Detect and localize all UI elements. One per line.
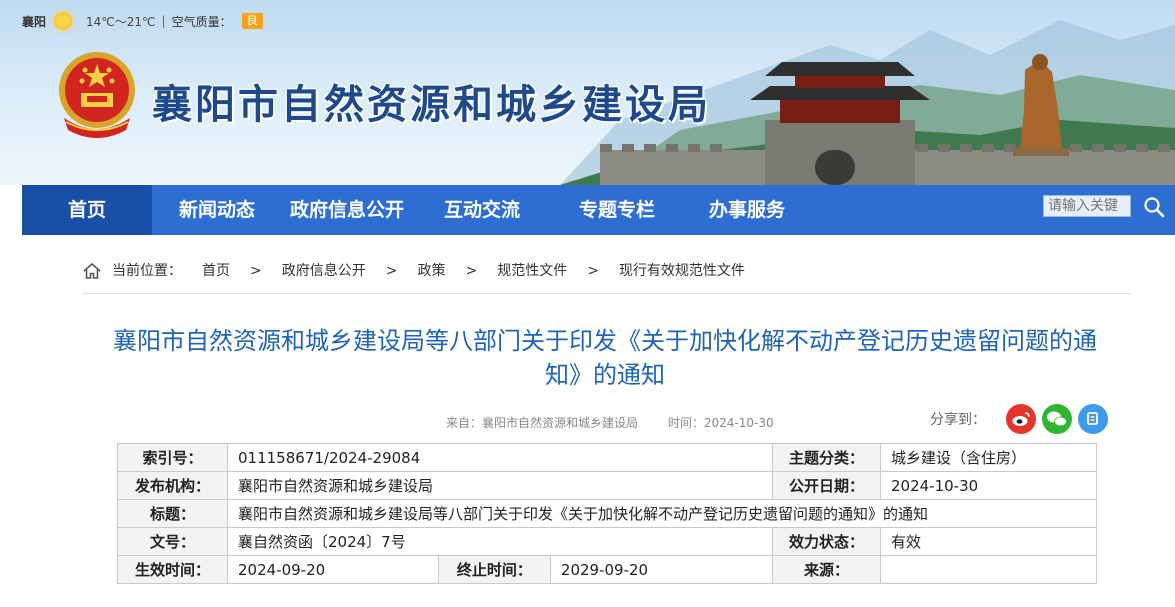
share-bar: 分享到：	[930, 404, 1108, 434]
weather-separator: |	[161, 14, 166, 28]
title-label: 标题：	[117, 499, 228, 528]
article-time: 时间：2024-10-30	[667, 416, 774, 430]
weather-temperature: 14℃～21℃	[86, 14, 156, 29]
effective-date-value: 2024-09-20	[227, 555, 439, 584]
site-title: 襄阳市自然资源和城乡建设局	[152, 82, 711, 128]
breadcrumb-home[interactable]: 首页	[202, 258, 230, 284]
share-label: 分享到：	[930, 412, 986, 428]
issuer-label: 发布机构：	[117, 471, 228, 500]
article-meta: 来自：襄阳市自然资源和城乡建设局 时间：2024-10-30	[446, 414, 774, 431]
status-value: 有效	[880, 527, 1097, 556]
origin-label: 来源：	[772, 555, 881, 584]
index-number-label: 索引号：	[117, 443, 228, 472]
expire-date-label: 终止时间：	[437, 555, 551, 584]
table-row: 标题： 襄阳市自然资源和城乡建设局等八部门关于印发《关于加快化解不动产登记历史遗…	[117, 499, 1097, 528]
status-label: 效力状态：	[772, 527, 881, 556]
table-row: 生效时间： 2024-09-20 终止时间： 2029-09-20 来源：	[117, 555, 1097, 584]
index-number-value: 011158671/2024-29084	[227, 443, 773, 472]
aqi-badge: 良	[241, 13, 263, 29]
doc-number-label: 文号：	[117, 527, 228, 556]
doc-number-value: 襄自然资函〔2024〕7号	[227, 527, 773, 556]
national-emblem-icon	[59, 52, 135, 138]
breadcrumb-arrow: >	[465, 263, 478, 279]
nav-item-topics[interactable]: 专题专栏	[552, 185, 682, 235]
publish-date-value: 2024-10-30	[880, 471, 1097, 500]
aqi-label: 空气质量：	[171, 14, 232, 29]
effective-date-label: 生效时间：	[117, 555, 228, 584]
breadcrumb-current-valid-docs[interactable]: 现行有效规范性文件	[619, 258, 745, 284]
breadcrumb-gov-info[interactable]: 政府信息公开	[282, 258, 366, 284]
table-row: 文号： 襄自然资函〔2024〕7号 效力状态： 有效	[117, 527, 1097, 556]
breadcrumb-policy[interactable]: 政策	[417, 258, 445, 284]
copy-link-icon[interactable]	[1078, 404, 1108, 434]
breadcrumb: 当前位置： 首页 > 政府信息公开 > 政策 > 规范性文件 > 现行有效规范性…	[82, 258, 1132, 294]
breadcrumb-arrow: >	[385, 263, 398, 279]
article-title: 襄阳市自然资源和城乡建设局等八部门关于印发《关于加快化解不动产登记历史遗留问题的…	[113, 327, 1097, 389]
title-value: 襄阳市自然资源和城乡建设局等八部门关于印发《关于加快化解不动产登记历史遗留问题的…	[227, 499, 1097, 528]
breadcrumb-label: 当前位置：	[112, 263, 182, 279]
weather-city: 襄阳	[22, 14, 47, 29]
search-input[interactable]	[1043, 195, 1131, 217]
document-info-table: 索引号： 011158671/2024-29084 主题分类： 城乡建设（含住房…	[117, 443, 1097, 584]
breadcrumb-arrow: >	[587, 263, 599, 279]
nav-item-services[interactable]: 办事服务	[682, 185, 812, 235]
publish-date-label: 公开日期：	[772, 471, 881, 500]
table-row: 索引号： 011158671/2024-29084 主题分类： 城乡建设（含住房…	[117, 443, 1097, 472]
wechat-share-icon[interactable]	[1042, 404, 1072, 434]
category-value: 城乡建设（含住房）	[880, 443, 1097, 472]
nav-item-news[interactable]: 新闻动态	[152, 185, 282, 235]
header-banner: 襄阳 14℃～21℃ | 空气质量： 良 襄阳市自然资源和城乡建设局	[0, 0, 1175, 185]
main-nav: 首页 新闻动态 政府信息公开 互动交流 专题专栏 办事服务	[22, 185, 1175, 235]
weibo-share-icon[interactable]	[1006, 404, 1036, 434]
expire-date-value: 2029-09-20	[549, 555, 774, 584]
weather-bar: 襄阳 14℃～21℃ | 空气质量： 良	[22, 12, 263, 30]
breadcrumb-normative-docs[interactable]: 规范性文件	[497, 258, 567, 284]
sun-icon	[54, 12, 73, 30]
nav-item-gov-info[interactable]: 政府信息公开	[282, 185, 412, 235]
category-label: 主题分类：	[772, 443, 881, 472]
breadcrumb-arrow: >	[250, 263, 262, 279]
home-icon	[83, 263, 101, 279]
search-icon[interactable]	[1139, 192, 1169, 222]
article-source: 来自：襄阳市自然资源和城乡建设局	[446, 416, 639, 430]
nav-item-home[interactable]: 首页	[22, 185, 152, 235]
origin-value	[880, 555, 1097, 584]
nav-item-interaction[interactable]: 互动交流	[412, 185, 552, 235]
table-row: 发布机构： 襄阳市自然资源和城乡建设局 公开日期： 2024-10-30	[117, 471, 1097, 500]
issuer-value: 襄阳市自然资源和城乡建设局	[227, 471, 773, 500]
